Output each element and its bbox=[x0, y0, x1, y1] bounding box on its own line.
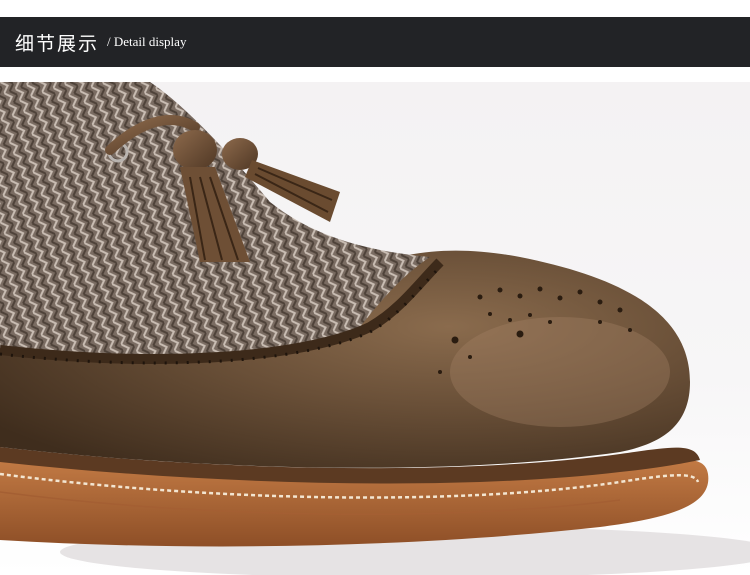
section-title: 细节展示 bbox=[15, 32, 100, 55]
shoe-illustration bbox=[0, 82, 750, 575]
product-photo bbox=[0, 82, 750, 575]
section-subtitle: / Detail display bbox=[107, 34, 187, 49]
section-header: 细节展示 / Detail display bbox=[0, 17, 750, 67]
